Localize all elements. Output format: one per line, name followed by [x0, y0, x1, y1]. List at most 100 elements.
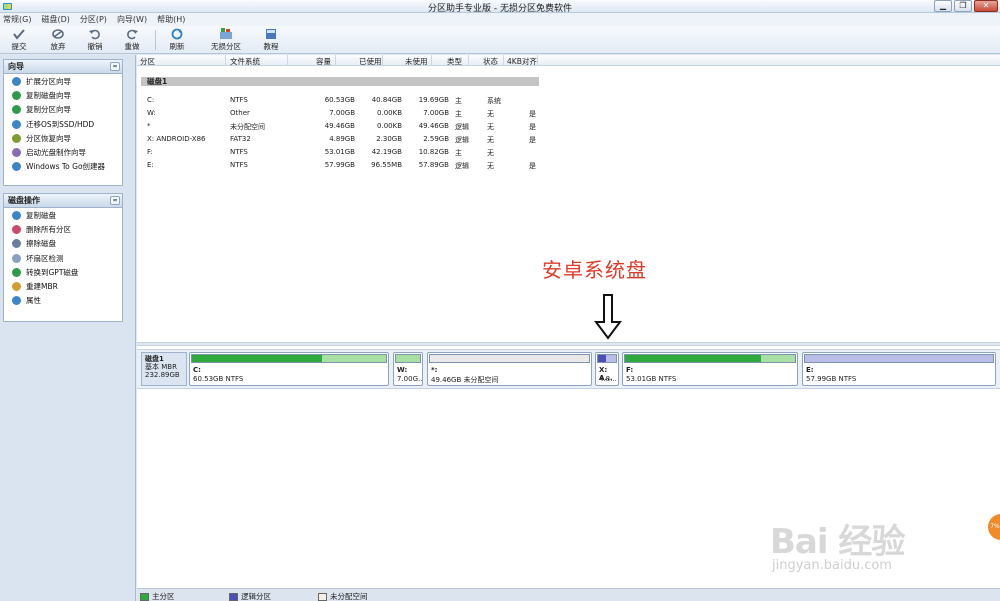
wizard-item-label: 扩展分区向导	[26, 76, 71, 86]
tutorial-button[interactable]: 教程	[256, 28, 286, 52]
col-4kb-align[interactable]: 4KB对齐	[507, 56, 537, 67]
partition-block[interactable]: C: 60.53GB NTFS	[189, 352, 389, 386]
table-row[interactable]: F: NTFS 53.01GB 42.19GB 10.82GB 主 无	[137, 148, 557, 160]
cell-fs: NTFS	[230, 96, 248, 104]
disk-operation-item[interactable]: 转换到GPT磁盘	[4, 265, 122, 279]
disk-operation-item[interactable]: 属性	[4, 294, 122, 308]
cell-status: 无	[487, 110, 494, 118]
wizard-collapse-button[interactable]: ≈	[110, 62, 120, 71]
usage-bar	[804, 354, 994, 363]
cell-unused: 49.46GB	[418, 122, 449, 130]
lossless-partition-label: 无损分区	[211, 42, 241, 51]
disk-operations-item-list: 复制磁盘 删除所有分区 擦除磁盘 坏扇区检测 转换到GPT磁盘 重建MBR 属性	[4, 208, 122, 308]
cell-align: 是	[529, 123, 536, 131]
wizard-panel: 向导 ≈ 扩展分区向导复制磁盘向导 复制分区向导 迁移OS到SSD/HDD 分区恢复向…	[3, 59, 123, 186]
cell-status: 无	[487, 149, 494, 157]
cell-capacity: 57.99GB	[324, 161, 355, 169]
disk-operation-item-icon	[12, 224, 21, 234]
disk-operation-item[interactable]: 复制磁盘	[4, 208, 122, 222]
disk-operations-panel: 磁盘操作 ≈ 复制磁盘 删除所有分区 擦除磁盘 坏扇区检测 转换到GPT磁盘 重建MBR 属…	[3, 193, 123, 322]
disk-operation-item[interactable]: 删除所有分区	[4, 222, 122, 236]
table-row[interactable]: E: NTFS 57.99GB 96.55MB 57.89GB 逻辑 无 是	[137, 161, 557, 173]
col-partition[interactable]: 分区	[140, 56, 155, 67]
col-filesystem[interactable]: 文件系统	[230, 56, 260, 67]
down-arrow-icon	[594, 294, 622, 340]
partition-block[interactable]: W: 7.00G...	[393, 352, 423, 386]
disk-operations-collapse-button[interactable]: ≈	[110, 196, 120, 205]
wizard-item-list: 扩展分区向导复制磁盘向导 复制分区向导 迁移OS到SSD/HDD 分区恢复向导 启动光盘…	[4, 74, 122, 174]
wizard-item-icon	[12, 148, 21, 158]
watermark-text: Bai 经验	[770, 522, 905, 562]
wizard-item-icon	[12, 119, 21, 129]
disk-group-header[interactable]: 磁盘1	[141, 77, 539, 86]
wizard-item[interactable]: 复制磁盘向导	[4, 88, 122, 102]
cell-fs: Other	[230, 109, 250, 117]
wizard-item[interactable]: Windows To Go创建器	[4, 160, 122, 174]
legend-unallocated-swatch	[318, 592, 327, 601]
partition-block-detail: 60.53GB NTFS	[193, 375, 244, 383]
menu-help[interactable]: 帮助(H)	[157, 14, 185, 25]
disk-operation-item-icon	[12, 239, 21, 249]
disk-operation-item-icon	[12, 253, 21, 263]
pane-splitter[interactable]	[137, 342, 1000, 346]
wizard-item-icon	[12, 162, 21, 172]
usage-bar	[395, 354, 421, 363]
partition-block[interactable]: X: A... 4.8...	[595, 352, 619, 386]
commit-button[interactable]: 提交	[4, 28, 34, 52]
cell-align: 是	[529, 110, 536, 118]
redo-button[interactable]: 重做	[117, 28, 147, 52]
wizard-item[interactable]: 扩展分区向导	[4, 74, 122, 88]
partition-block-detail: 4.8...	[599, 375, 617, 383]
disk-operation-item[interactable]: 重建MBR	[4, 279, 122, 293]
cell-status: 无	[487, 123, 494, 131]
lossless-partition-button[interactable]: 无损分区	[206, 28, 246, 52]
partition-block[interactable]: E: 57.99GB NTFS	[802, 352, 996, 386]
maximize-button[interactable]: ❐	[954, 0, 972, 12]
usage-bar	[624, 354, 796, 363]
col-status[interactable]: 状态	[483, 56, 498, 67]
menu-general[interactable]: 常规(G)	[3, 14, 31, 25]
col-used[interactable]: 已使用	[359, 56, 382, 67]
undo-button[interactable]: 撤销	[80, 28, 110, 52]
cell-name: *	[147, 122, 151, 130]
menu-disk[interactable]: 磁盘(D)	[41, 14, 69, 25]
partition-block[interactable]: F: 53.01GB NTFS	[622, 352, 798, 386]
disk-operation-item[interactable]: 擦除磁盘	[4, 237, 122, 251]
legend-logical: 逻辑分区	[229, 591, 271, 601]
cell-type: 主	[455, 149, 462, 157]
cell-used: 40.84GB	[371, 96, 402, 104]
cell-name: W:	[147, 109, 156, 117]
cell-capacity: 60.53GB	[324, 96, 355, 104]
wizard-item[interactable]: 迁移OS到SSD/HDD	[4, 117, 122, 131]
cell-used: 96.55MB	[371, 161, 402, 169]
wizard-item-label: Windows To Go创建器	[26, 162, 106, 172]
wizard-panel-title: 向导	[8, 62, 24, 71]
disk-map-label[interactable]: 磁盘1 基本 MBR 232.89GB	[141, 352, 187, 386]
wizard-item[interactable]: 复制分区向导	[4, 103, 122, 117]
partition-block-detail: 53.01GB NTFS	[626, 375, 677, 383]
minimize-button[interactable]: ▁	[934, 0, 952, 12]
cell-unused: 10.82GB	[418, 148, 449, 156]
cell-fs: FAT32	[230, 135, 251, 143]
close-button[interactable]: ✕	[974, 0, 998, 12]
table-row[interactable]: X: ANDROID-X86 FAT32 4.89GB 2.30GB 2.59GB 逻辑 无…	[137, 135, 557, 147]
redo-label: 重做	[124, 42, 140, 51]
status-bar: 主分区 逻辑分区 未分配空间	[137, 588, 1000, 601]
table-row[interactable]: W: Other 7.00GB 0.00KB 7.00GB 主 无 是	[137, 109, 557, 121]
col-type[interactable]: 类型	[447, 56, 462, 67]
col-capacity[interactable]: 容量	[316, 56, 331, 67]
table-row[interactable]: * 未分配空间 49.46GB 0.00KB 49.46GB 逻辑 无 是	[137, 122, 557, 134]
col-unused[interactable]: 未使用	[405, 56, 428, 67]
disk-operation-item[interactable]: 坏扇区检测	[4, 251, 122, 265]
menu-partition[interactable]: 分区(P)	[80, 14, 107, 25]
refresh-button[interactable]: 刷新	[162, 28, 192, 52]
menu-wizard[interactable]: 向导(W)	[117, 14, 147, 25]
wizard-item[interactable]: 启动光盘制作向导	[4, 145, 122, 159]
cell-type: 逻辑	[455, 162, 469, 170]
discard-button[interactable]: 放弃	[43, 28, 73, 52]
legend-primary: 主分区	[140, 591, 175, 601]
cell-fs: NTFS	[230, 148, 248, 156]
partition-block[interactable]: *: 49.46GB 未分配空间	[427, 352, 592, 386]
table-row[interactable]: C: NTFS 60.53GB 40.84GB 19.69GB 主 系统	[137, 96, 557, 108]
wizard-item[interactable]: 分区恢复向导	[4, 131, 122, 145]
